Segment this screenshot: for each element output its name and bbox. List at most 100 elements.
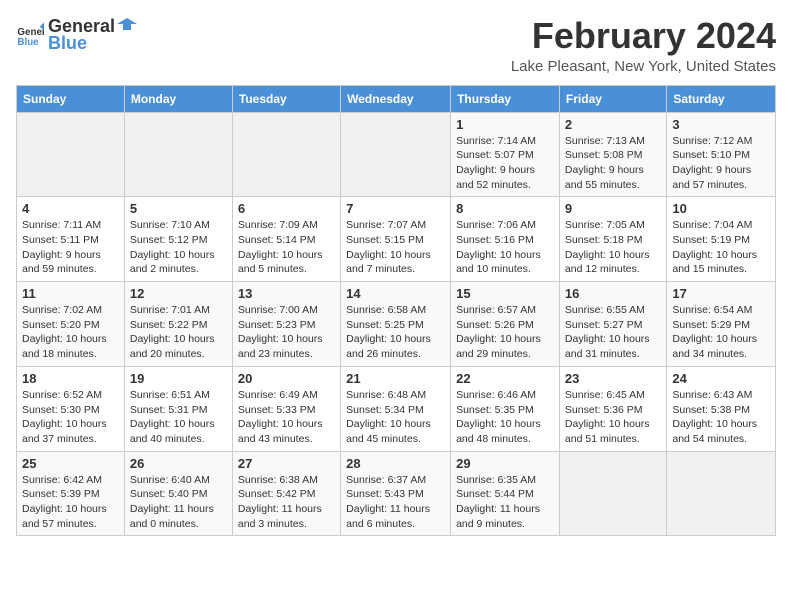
- logo-icon: General Blue: [16, 21, 44, 49]
- day-info: Sunrise: 7:09 AM Sunset: 5:14 PM Dayligh…: [238, 218, 335, 277]
- week-row-2: 11 Sunrise: 7:02 AM Sunset: 5:20 PM Dayli…: [17, 282, 776, 367]
- day-number: 23: [565, 371, 661, 386]
- day-number: 4: [22, 201, 119, 216]
- day-number: 2: [565, 117, 661, 132]
- day-number: 25: [22, 456, 119, 471]
- calendar-cell: 14 Sunrise: 6:58 AM Sunset: 5:25 PM Dayli…: [341, 282, 451, 367]
- day-number: 21: [346, 371, 445, 386]
- calendar-cell: 15 Sunrise: 6:57 AM Sunset: 5:26 PM Dayli…: [451, 282, 560, 367]
- day-number: 17: [672, 286, 770, 301]
- day-info: Sunrise: 6:42 AM Sunset: 5:39 PM Dayligh…: [22, 473, 119, 532]
- day-number: 20: [238, 371, 335, 386]
- day-number: 8: [456, 201, 554, 216]
- day-number: 3: [672, 117, 770, 132]
- day-info: Sunrise: 7:12 AM Sunset: 5:10 PM Dayligh…: [672, 134, 770, 193]
- calendar-cell: [124, 112, 232, 197]
- day-info: Sunrise: 6:38 AM Sunset: 5:42 PM Dayligh…: [238, 473, 335, 532]
- calendar-cell: 24Sunrise: 6:43 AM Sunset: 5:38 PM Dayli…: [667, 366, 776, 451]
- header: General Blue General Blue February 2024 …: [16, 16, 776, 75]
- weekday-header-thursday: Thursday: [451, 85, 560, 112]
- day-number: 10: [672, 201, 770, 216]
- day-info: Sunrise: 6:45 AM Sunset: 5:36 PM Dayligh…: [565, 388, 661, 447]
- day-info: Sunrise: 7:01 AM Sunset: 5:22 PM Dayligh…: [130, 303, 227, 362]
- calendar-cell: 29Sunrise: 6:35 AM Sunset: 5:44 PM Dayli…: [451, 451, 560, 536]
- day-info: Sunrise: 7:05 AM Sunset: 5:18 PM Dayligh…: [565, 218, 661, 277]
- day-number: 5: [130, 201, 227, 216]
- calendar-cell: 19 Sunrise: 6:51 AM Sunset: 5:31 PM Dayli…: [124, 366, 232, 451]
- calendar-cell: 16 Sunrise: 6:55 AM Sunset: 5:27 PM Dayli…: [559, 282, 666, 367]
- day-info: Sunrise: 7:14 AM Sunset: 5:07 PM Dayligh…: [456, 134, 554, 193]
- day-info: Sunrise: 7:04 AM Sunset: 5:19 PM Dayligh…: [672, 218, 770, 277]
- weekday-header-tuesday: Tuesday: [232, 85, 340, 112]
- day-info: Sunrise: 7:11 AM Sunset: 5:11 PM Dayligh…: [22, 218, 119, 277]
- weekday-header-row: SundayMondayTuesdayWednesdayThursdayFrid…: [17, 85, 776, 112]
- day-info: Sunrise: 6:49 AM Sunset: 5:33 PM Dayligh…: [238, 388, 335, 447]
- calendar-cell: 27 Sunrise: 6:38 AM Sunset: 5:42 PM Dayli…: [232, 451, 340, 536]
- day-number: 9: [565, 201, 661, 216]
- weekday-header-saturday: Saturday: [667, 85, 776, 112]
- day-number: 15: [456, 286, 554, 301]
- day-info: Sunrise: 6:51 AM Sunset: 5:31 PM Dayligh…: [130, 388, 227, 447]
- calendar-cell: 10 Sunrise: 7:04 AM Sunset: 5:19 PM Dayli…: [667, 197, 776, 282]
- calendar-cell: 20 Sunrise: 6:49 AM Sunset: 5:33 PM Dayli…: [232, 366, 340, 451]
- week-row-0: 1 Sunrise: 7:14 AM Sunset: 5:07 PM Daylig…: [17, 112, 776, 197]
- calendar-cell: 26 Sunrise: 6:40 AM Sunset: 5:40 PM Dayli…: [124, 451, 232, 536]
- day-info: Sunrise: 6:54 AM Sunset: 5:29 PM Dayligh…: [672, 303, 770, 362]
- day-number: 18: [22, 371, 119, 386]
- calendar-cell: 25 Sunrise: 6:42 AM Sunset: 5:39 PM Dayli…: [17, 451, 125, 536]
- day-number: 6: [238, 201, 335, 216]
- calendar-cell: 11 Sunrise: 7:02 AM Sunset: 5:20 PM Dayli…: [17, 282, 125, 367]
- day-info: Sunrise: 6:46 AM Sunset: 5:35 PM Dayligh…: [456, 388, 554, 447]
- day-number: 16: [565, 286, 661, 301]
- day-number: 1: [456, 117, 554, 132]
- weekday-header-sunday: Sunday: [17, 85, 125, 112]
- day-info: Sunrise: 6:55 AM Sunset: 5:27 PM Dayligh…: [565, 303, 661, 362]
- calendar-cell: 7 Sunrise: 7:07 AM Sunset: 5:15 PM Daylig…: [341, 197, 451, 282]
- day-info: Sunrise: 7:06 AM Sunset: 5:16 PM Dayligh…: [456, 218, 554, 277]
- logo: General Blue General Blue: [16, 16, 137, 54]
- calendar-cell: 8 Sunrise: 7:06 AM Sunset: 5:16 PM Daylig…: [451, 197, 560, 282]
- calendar-cell: 17 Sunrise: 6:54 AM Sunset: 5:29 PM Dayli…: [667, 282, 776, 367]
- calendar-cell: 22Sunrise: 6:46 AM Sunset: 5:35 PM Dayli…: [451, 366, 560, 451]
- calendar-cell: 23 Sunrise: 6:45 AM Sunset: 5:36 PM Dayli…: [559, 366, 666, 451]
- day-info: Sunrise: 6:37 AM Sunset: 5:43 PM Dayligh…: [346, 473, 445, 532]
- weekday-header-monday: Monday: [124, 85, 232, 112]
- calendar-cell: [232, 112, 340, 197]
- day-number: 7: [346, 201, 445, 216]
- day-number: 29: [456, 456, 554, 471]
- day-info: Sunrise: 6:43 AM Sunset: 5:38 PM Dayligh…: [672, 388, 770, 447]
- day-info: Sunrise: 6:40 AM Sunset: 5:40 PM Dayligh…: [130, 473, 227, 532]
- day-number: 28: [346, 456, 445, 471]
- calendar-cell: 28 Sunrise: 6:37 AM Sunset: 5:43 PM Dayli…: [341, 451, 451, 536]
- day-info: Sunrise: 6:52 AM Sunset: 5:30 PM Dayligh…: [22, 388, 119, 447]
- day-info: Sunrise: 7:00 AM Sunset: 5:23 PM Dayligh…: [238, 303, 335, 362]
- day-info: Sunrise: 7:07 AM Sunset: 5:15 PM Dayligh…: [346, 218, 445, 277]
- calendar-cell: 18 Sunrise: 6:52 AM Sunset: 5:30 PM Dayli…: [17, 366, 125, 451]
- day-number: 26: [130, 456, 227, 471]
- day-info: Sunrise: 6:58 AM Sunset: 5:25 PM Dayligh…: [346, 303, 445, 362]
- calendar-cell: 13Sunrise: 7:00 AM Sunset: 5:23 PM Dayli…: [232, 282, 340, 367]
- day-info: Sunrise: 7:02 AM Sunset: 5:20 PM Dayligh…: [22, 303, 119, 362]
- logo-bird-icon: [117, 16, 137, 36]
- day-info: Sunrise: 6:57 AM Sunset: 5:26 PM Dayligh…: [456, 303, 554, 362]
- calendar-cell: [341, 112, 451, 197]
- day-number: 11: [22, 286, 119, 301]
- day-number: 19: [130, 371, 227, 386]
- day-number: 14: [346, 286, 445, 301]
- day-info: Sunrise: 6:48 AM Sunset: 5:34 PM Dayligh…: [346, 388, 445, 447]
- svg-text:Blue: Blue: [17, 37, 39, 48]
- calendar-cell: 5Sunrise: 7:10 AM Sunset: 5:12 PM Daylig…: [124, 197, 232, 282]
- calendar-cell: 4 Sunrise: 7:11 AM Sunset: 5:11 PM Daylig…: [17, 197, 125, 282]
- week-row-4: 25 Sunrise: 6:42 AM Sunset: 5:39 PM Dayli…: [17, 451, 776, 536]
- weekday-header-friday: Friday: [559, 85, 666, 112]
- calendar-cell: 3 Sunrise: 7:12 AM Sunset: 5:10 PM Daylig…: [667, 112, 776, 197]
- calendar-cell: 12Sunrise: 7:01 AM Sunset: 5:22 PM Dayli…: [124, 282, 232, 367]
- weekday-header-wednesday: Wednesday: [341, 85, 451, 112]
- calendar-cell: 6 Sunrise: 7:09 AM Sunset: 5:14 PM Daylig…: [232, 197, 340, 282]
- calendar-cell: [559, 451, 666, 536]
- day-number: 27: [238, 456, 335, 471]
- week-row-1: 4 Sunrise: 7:11 AM Sunset: 5:11 PM Daylig…: [17, 197, 776, 282]
- calendar-cell: [17, 112, 125, 197]
- calendar-table: SundayMondayTuesdayWednesdayThursdayFrid…: [16, 85, 776, 537]
- week-row-3: 18 Sunrise: 6:52 AM Sunset: 5:30 PM Dayli…: [17, 366, 776, 451]
